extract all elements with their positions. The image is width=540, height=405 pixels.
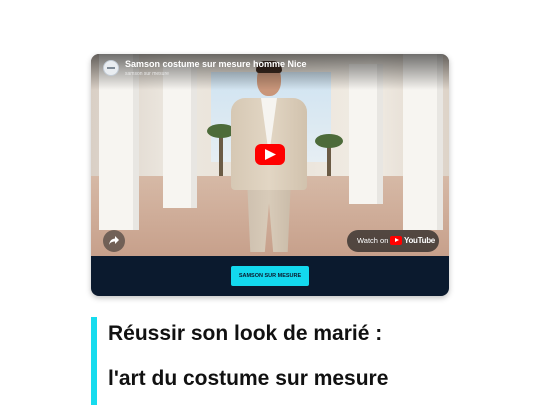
youtube-wordmark: YouTube [404,235,435,245]
video-title[interactable]: Samson costume sur mesure homme Nice [125,59,307,69]
watch-on-youtube-button[interactable]: Watch on YouTube [347,230,439,252]
samson-sur-mesure-button[interactable]: SAMSON SUR MESURE [231,266,309,286]
share-button[interactable] [103,230,125,252]
video-card: Samson costume sur mesure homme Nice sam… [91,54,449,296]
channel-avatar[interactable] [103,60,119,76]
heading-accent-bar [91,317,97,405]
watch-on-label: Watch on [357,236,389,245]
player-top-bar: Samson costume sur mesure homme Nice sam… [91,54,449,90]
heading-line-2: l'art du costume sur mesure [108,367,389,390]
youtube-player[interactable]: Samson costume sur mesure homme Nice sam… [91,54,449,256]
youtube-logo-icon [390,236,402,245]
share-icon [109,236,119,245]
article-heading: Réussir son look de marié : l'art du cos… [108,320,528,392]
heading-line-1: Réussir son look de marié : [108,322,383,345]
channel-name[interactable]: samson sur mesure [125,71,169,77]
play-button[interactable] [255,144,285,165]
play-icon [265,149,276,160]
